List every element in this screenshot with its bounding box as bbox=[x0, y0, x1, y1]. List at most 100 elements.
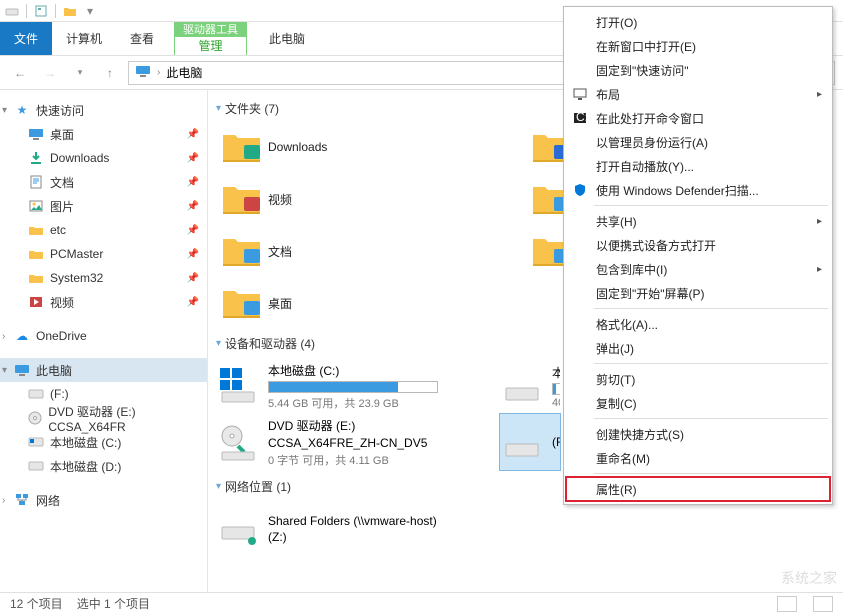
drive-c[interactable]: 本地磁盘 (C:) 5.44 GB 可用，共 23.9 GB bbox=[216, 358, 476, 414]
forward-button[interactable]: → bbox=[38, 61, 62, 85]
pin-icon: 📌 bbox=[187, 177, 199, 188]
menu-item[interactable]: 布局▸ bbox=[566, 82, 830, 106]
pin-icon: 📌 bbox=[187, 297, 199, 308]
drive-dvd[interactable]: DVD 驱动器 (E:) CCSA_X64FRE_ZH-CN_DV5 0 字节 … bbox=[216, 414, 476, 470]
folder-item[interactable]: 文档 bbox=[216, 227, 526, 275]
view-details-button[interactable] bbox=[777, 596, 797, 612]
usage-bar bbox=[552, 383, 560, 395]
group-label: 网络位置 (1) bbox=[225, 478, 291, 495]
context-menu: 打开(O)在新窗口中打开(E)固定到"快速访问"布局▸C:\在此处打开命令窗口以… bbox=[563, 6, 833, 505]
menu-item[interactable]: 以便携式设备方式打开 bbox=[566, 233, 830, 257]
drive-d-truncated[interactable]: 本 404 bbox=[500, 358, 560, 414]
tab-thispc: 此电脑 bbox=[255, 22, 319, 55]
sidebar-item[interactable]: 文档📌 bbox=[0, 170, 207, 194]
folder-icon bbox=[220, 283, 260, 323]
menu-item[interactable]: 属性(R) bbox=[566, 477, 830, 501]
tab-computer[interactable]: 计算机 bbox=[52, 22, 116, 55]
sidebar-item-label: 本地磁盘 (D:) bbox=[50, 458, 121, 475]
monitor-icon bbox=[572, 86, 588, 102]
drive-name: 本 bbox=[552, 364, 560, 381]
menu-item-label: 固定到"快速访问" bbox=[596, 62, 689, 79]
menu-item[interactable]: 固定到"开始"屏幕(P) bbox=[566, 281, 830, 305]
sidebar-this-pc[interactable]: ▾ 此电脑 bbox=[0, 358, 207, 382]
dvd-icon bbox=[28, 410, 42, 426]
sidebar-item[interactable]: 桌面📌 bbox=[0, 122, 207, 146]
chevron-down-icon: ▾ bbox=[2, 365, 7, 376]
qat-newfolder-icon[interactable] bbox=[62, 3, 78, 19]
status-selected: 选中 1 个项目 bbox=[77, 595, 150, 612]
sidebar-item[interactable]: Downloads📌 bbox=[0, 146, 207, 170]
menu-item[interactable]: 弹出(J) bbox=[566, 336, 830, 360]
menu-item[interactable]: 复制(C) bbox=[566, 391, 830, 415]
menu-item[interactable]: 格式化(A)... bbox=[566, 312, 830, 336]
drive-name-line2: CCSA_X64FRE_ZH-CN_DV5 bbox=[268, 436, 474, 450]
star-icon: ★ bbox=[14, 102, 30, 118]
sidebar-drive[interactable]: DVD 驱动器 (E:) CCSA_X64FR bbox=[0, 406, 207, 430]
sidebar-item-label: 桌面 bbox=[50, 126, 74, 143]
view-large-button[interactable] bbox=[813, 596, 833, 612]
menu-item[interactable]: 打开(O) bbox=[566, 10, 830, 34]
sidebar-item[interactable]: 图片📌 bbox=[0, 194, 207, 218]
folder-label: 桌面 bbox=[268, 295, 292, 312]
drive-icon bbox=[28, 386, 44, 402]
menu-item[interactable]: 包含到库中(I)▸ bbox=[566, 257, 830, 281]
chevron-right-icon: ▸ bbox=[817, 264, 822, 275]
menu-item[interactable]: 以管理员身份运行(A) bbox=[566, 130, 830, 154]
sidebar-drive[interactable]: 本地磁盘 (D:) bbox=[0, 454, 207, 478]
drive-name: 本地磁盘 (C:) bbox=[268, 362, 474, 379]
qat-properties-icon[interactable] bbox=[33, 3, 49, 19]
sidebar-item[interactable]: PCMaster📌 bbox=[0, 242, 207, 266]
folder-item[interactable]: Downloads bbox=[216, 123, 526, 171]
tab-file[interactable]: 文件 bbox=[0, 22, 52, 55]
sidebar-label: 此电脑 bbox=[36, 362, 72, 379]
menu-item-label: 布局 bbox=[596, 86, 620, 103]
folder-icon bbox=[220, 127, 260, 167]
sidebar-item-label: etc bbox=[50, 223, 66, 237]
sidebar-item[interactable]: etc 📌 bbox=[0, 218, 207, 242]
menu-item[interactable]: 固定到"快速访问" bbox=[566, 58, 830, 82]
back-button[interactable]: ← bbox=[8, 61, 32, 85]
menu-item[interactable]: 共享(H)▸ bbox=[566, 209, 830, 233]
chevron-right-icon: ▸ bbox=[817, 216, 822, 227]
folder-label: Downloads bbox=[268, 140, 327, 154]
menu-separator bbox=[594, 308, 828, 309]
drive-f[interactable]: (F:) bbox=[500, 414, 560, 470]
folder-icon bbox=[28, 246, 44, 262]
folder-item[interactable]: 视频 bbox=[216, 175, 526, 223]
sidebar-drive[interactable]: 本地磁盘 (C:) bbox=[0, 430, 207, 454]
dvd-icon bbox=[218, 422, 258, 462]
sidebar-network[interactable]: › 网络 bbox=[0, 488, 207, 512]
menu-item[interactable]: 剪切(T) bbox=[566, 367, 830, 391]
chevron-down-icon: ▾ bbox=[2, 105, 7, 116]
menu-item-label: 以管理员身份运行(A) bbox=[596, 134, 708, 151]
group-label: 设备和驱动器 (4) bbox=[225, 335, 315, 352]
tab-view[interactable]: 查看 bbox=[116, 22, 168, 55]
menu-item[interactable]: 在新窗口中打开(E) bbox=[566, 34, 830, 58]
sidebar-item[interactable]: System32📌 bbox=[0, 266, 207, 290]
qat-dropdown-icon[interactable]: ▾ bbox=[82, 3, 98, 19]
status-bar: 12 个项目 选中 1 个项目 bbox=[0, 592, 843, 614]
group-label: 文件夹 (7) bbox=[225, 100, 279, 117]
pin-icon: 📌 bbox=[187, 225, 199, 236]
menu-item[interactable]: 使用 Windows Defender扫描... bbox=[566, 178, 830, 202]
sidebar-quick-access[interactable]: ▾ ★ 快速访问 bbox=[0, 98, 207, 122]
videos-icon bbox=[28, 294, 44, 310]
drive-icon bbox=[218, 366, 258, 406]
menu-item[interactable]: C:\在此处打开命令窗口 bbox=[566, 106, 830, 130]
drive-icon bbox=[28, 458, 44, 474]
documents-icon bbox=[28, 174, 44, 190]
sidebar-item[interactable]: 视频📌 bbox=[0, 290, 207, 314]
up-button[interactable]: ↑ bbox=[98, 61, 122, 85]
menu-item[interactable]: 打开自动播放(Y)... bbox=[566, 154, 830, 178]
recent-dropdown[interactable]: ▾ bbox=[68, 61, 92, 85]
chevron-right-icon: › bbox=[2, 331, 5, 342]
pin-icon: 📌 bbox=[187, 153, 199, 164]
sidebar-onedrive[interactable]: › ☁ OneDrive bbox=[0, 324, 207, 348]
network-location[interactable]: Shared Folders (\\vmware-host) (Z:) bbox=[216, 501, 476, 557]
folder-item[interactable]: 桌面 bbox=[216, 279, 526, 327]
drive-free-text: 5.44 GB 可用，共 23.9 GB bbox=[268, 395, 474, 411]
tab-manage[interactable]: 管理 bbox=[175, 37, 246, 55]
menu-item[interactable]: 重命名(M) bbox=[566, 446, 830, 470]
menu-item[interactable]: 创建快捷方式(S) bbox=[566, 422, 830, 446]
pin-icon: 📌 bbox=[187, 249, 199, 260]
